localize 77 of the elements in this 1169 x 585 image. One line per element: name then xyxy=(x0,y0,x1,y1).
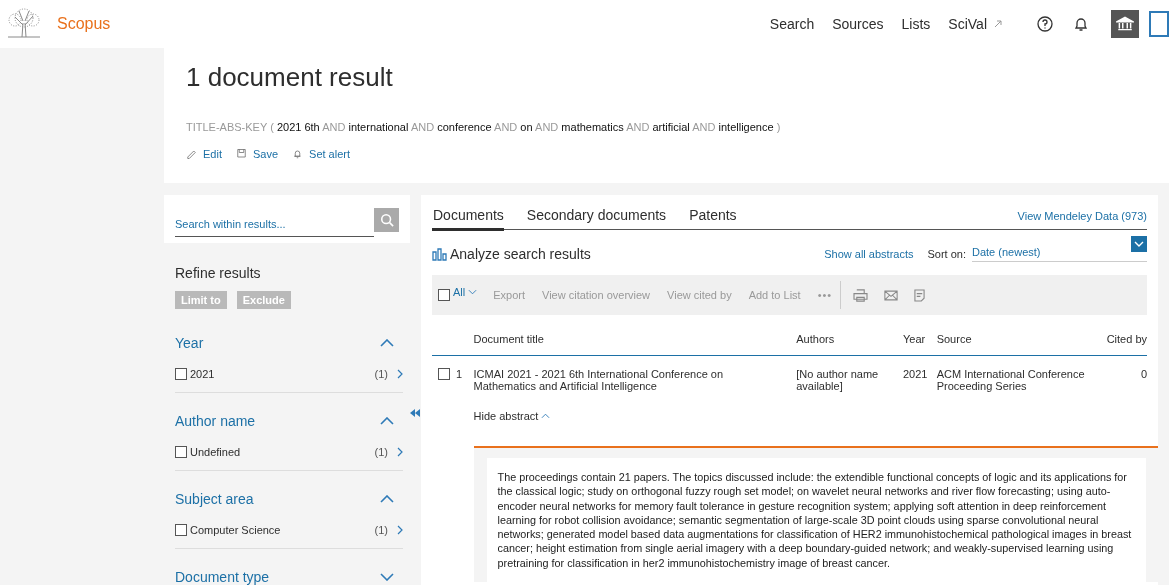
checkbox[interactable] xyxy=(175,524,187,536)
chevron-up-icon[interactable] xyxy=(380,339,394,347)
facet-title[interactable]: Year xyxy=(175,335,204,351)
save-icon xyxy=(235,148,247,160)
nav-link[interactable]: Sources xyxy=(832,16,884,32)
column-header[interactable]: Authors xyxy=(796,329,903,356)
bell-icon xyxy=(292,148,304,160)
search-field[interactable]: Search within results... xyxy=(175,211,374,237)
analyze-link[interactable]: Analyze search results xyxy=(432,246,591,262)
nav-link[interactable]: Search xyxy=(769,16,815,32)
tab[interactable]: Patents xyxy=(688,207,737,231)
column-header[interactable]: Document title xyxy=(473,329,797,356)
facet-title[interactable]: Document type xyxy=(175,569,270,585)
tree-logo-icon xyxy=(5,7,43,41)
query-action-link[interactable]: Save xyxy=(235,148,279,160)
facet-option-label: 2021 xyxy=(190,368,216,380)
column-header[interactable]: Cited by xyxy=(1106,329,1147,356)
select-all-dropdown[interactable]: All xyxy=(453,286,478,298)
mendeley-link[interactable]: View Mendeley Data (973) xyxy=(1017,210,1147,229)
search-query: TITLE-ABS-KEY ( 2021 6th AND international AND conference AND on AND mathematics AND artificial AND intelligence ) xyxy=(186,121,782,133)
chevron-up-icon[interactable] xyxy=(380,417,394,425)
facet-title[interactable]: Subject area xyxy=(175,491,254,507)
help-icon[interactable] xyxy=(1037,16,1053,32)
sort-dropdown[interactable]: Date (newest) xyxy=(972,236,1147,262)
table-cell-text: ACM International Conference Proceeding Series xyxy=(936,368,1086,392)
search-box[interactable]: Search within results... xyxy=(164,195,410,243)
nav-link[interactable]: SciVal xyxy=(948,16,1003,32)
tab[interactable]: Documents xyxy=(432,207,504,231)
query-action-link[interactable]: Edit xyxy=(186,148,222,160)
table-cell: 2021 xyxy=(903,368,928,380)
checkbox[interactable] xyxy=(438,368,450,380)
abstract-text: The proceedings contain 21 papers. The topics discussed include: the extendible functional concepts of logic and its applications for the classical logic; study on orthogonal fuzzy rough set model; on wavelet neural networks and river flow forecasting; using auto-encoder neural networks for memory fault tolerance in gesture recognition system; applying soft attention in deep reinforcement learning for robot collision avoidance; semantic segmentation of large-scale 3D point clouds using sparse convolutional neural networks; generated model based data augmentations for classification of HER2 immunohistochemical pathological images in breast cancer; height estimation from single aerial imagery with a deep boundary-guided network; and weakly-supervised learning using pretraining for classification in her2 immunohistochemistry image of breast cancer. xyxy=(497,470,1133,571)
chevron-down-icon xyxy=(468,289,478,295)
institution-icon xyxy=(1116,15,1134,33)
print-icon[interactable] xyxy=(853,288,869,302)
show-abstracts-link[interactable]: Show all abstracts xyxy=(824,248,914,260)
sort-label: Sort on: xyxy=(927,248,966,260)
facet-count: (1) xyxy=(374,446,388,458)
tab[interactable]: Secondary documents xyxy=(525,207,667,231)
bell-icon[interactable] xyxy=(1073,16,1089,32)
search-button[interactable] xyxy=(374,208,399,232)
document-icon[interactable] xyxy=(914,288,926,302)
chevron-right-icon[interactable] xyxy=(397,369,403,379)
results-title: 1 document result xyxy=(186,62,394,93)
column-header[interactable]: Year xyxy=(903,329,937,356)
nav-link[interactable]: Lists xyxy=(901,16,931,32)
checkbox[interactable] xyxy=(175,446,187,458)
chevron-right-icon[interactable] xyxy=(397,525,403,535)
chevron-down-icon[interactable] xyxy=(380,573,394,581)
document-title-link[interactable]: ICMAI 2021 - 2021 6th International Conference on Mathematics and Artificial Intelligence xyxy=(473,368,764,392)
abstract-toggle[interactable]: Hide abstract xyxy=(473,410,551,422)
table-cell-text: [No author name available] xyxy=(796,368,880,392)
query-action-link[interactable]: Set alert xyxy=(292,148,350,160)
column-header[interactable]: Source xyxy=(936,329,1107,356)
checkbox[interactable] xyxy=(438,289,450,301)
checkbox[interactable] xyxy=(175,368,187,380)
row-number: 1 xyxy=(456,368,463,380)
pencil-icon xyxy=(186,148,197,160)
facet-option-label: Undefined xyxy=(190,446,242,458)
chevron-down-icon xyxy=(1134,241,1144,247)
table-cell: 0 xyxy=(1140,368,1147,380)
email-icon[interactable] xyxy=(884,289,899,301)
chevron-up-icon xyxy=(541,413,551,419)
dropdown-button[interactable] xyxy=(1131,236,1147,252)
bar-chart-icon xyxy=(432,247,448,261)
brand-name[interactable]: Scopus xyxy=(57,15,111,33)
institution-button[interactable] xyxy=(1111,10,1139,38)
collapse-icon[interactable] xyxy=(410,409,420,417)
refine-title: Refine results xyxy=(175,265,262,281)
facet-count: (1) xyxy=(374,524,388,536)
search-icon xyxy=(379,213,394,227)
facet-option-label: Computer Science xyxy=(190,524,282,536)
header-button[interactable] xyxy=(1149,11,1169,37)
chevron-right-icon[interactable] xyxy=(397,447,403,457)
facet-count: (1) xyxy=(374,368,388,380)
chevron-up-icon[interactable] xyxy=(380,495,394,503)
facet-title[interactable]: Author name xyxy=(175,413,256,429)
